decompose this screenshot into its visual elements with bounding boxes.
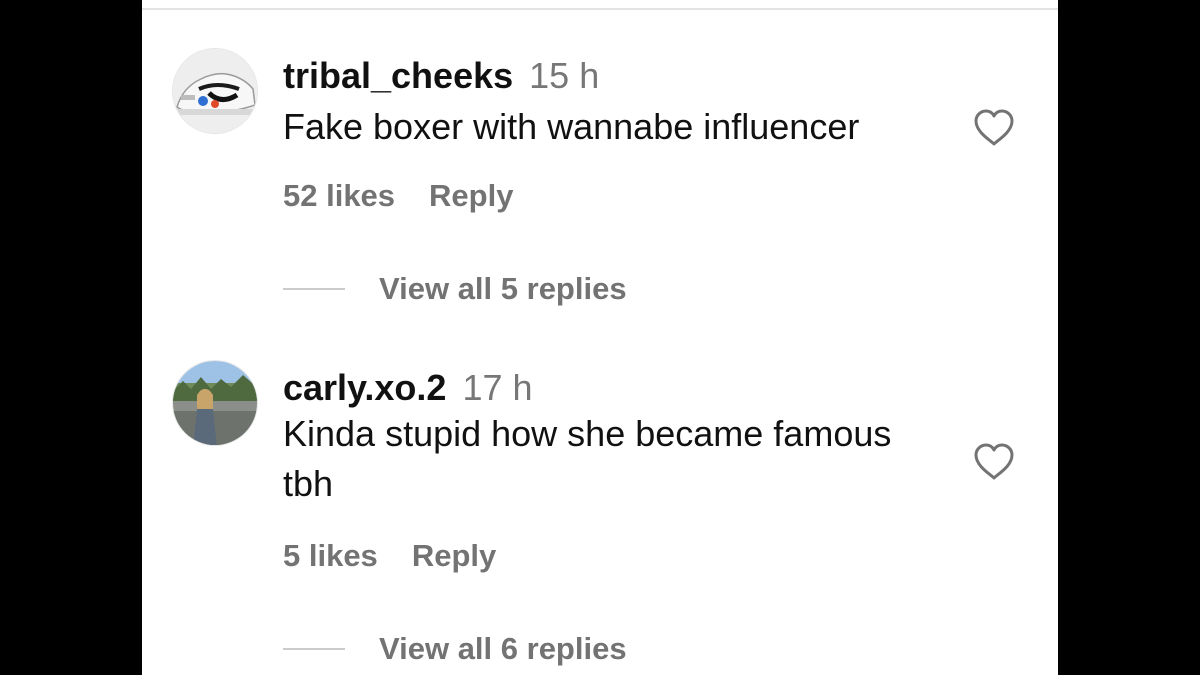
- reply-button[interactable]: Reply: [429, 178, 513, 213]
- view-replies-label[interactable]: View all 5 replies: [379, 269, 627, 309]
- comment-actions: 52 likes Reply: [283, 178, 513, 214]
- comment-text: Fake boxer with wannabe influencer: [283, 106, 860, 147]
- user-avatar[interactable]: [172, 48, 258, 134]
- comment-header: carly.xo.2 17 h: [283, 368, 533, 408]
- sneaker-avatar-icon: [173, 49, 257, 133]
- username[interactable]: tribal_cheeks: [283, 55, 513, 96]
- user-avatar[interactable]: [172, 360, 258, 446]
- person-photo-avatar-icon: [173, 361, 257, 445]
- replies-line: [283, 288, 345, 290]
- heart-outline-icon[interactable]: [972, 442, 1016, 482]
- timestamp: 15 h: [529, 55, 600, 96]
- username[interactable]: carly.xo.2: [283, 367, 446, 408]
- comment-actions: 5 likes Reply: [283, 538, 496, 574]
- heart-outline-icon[interactable]: [972, 108, 1016, 148]
- comments-panel: tribal_cheeks 15 h Fake boxer with wanna…: [142, 0, 1058, 675]
- likes-count[interactable]: 5 likes: [283, 538, 378, 573]
- timestamp: 17 h: [462, 367, 533, 408]
- comment-text: Kinda stupid how she became famous tbh: [283, 413, 892, 504]
- top-divider: [142, 8, 1058, 10]
- replies-line: [283, 648, 345, 650]
- view-replies-label[interactable]: View all 6 replies: [379, 629, 627, 669]
- likes-count[interactable]: 52 likes: [283, 178, 395, 213]
- reply-button[interactable]: Reply: [412, 538, 496, 573]
- comment-header: tribal_cheeks 15 h: [283, 56, 599, 96]
